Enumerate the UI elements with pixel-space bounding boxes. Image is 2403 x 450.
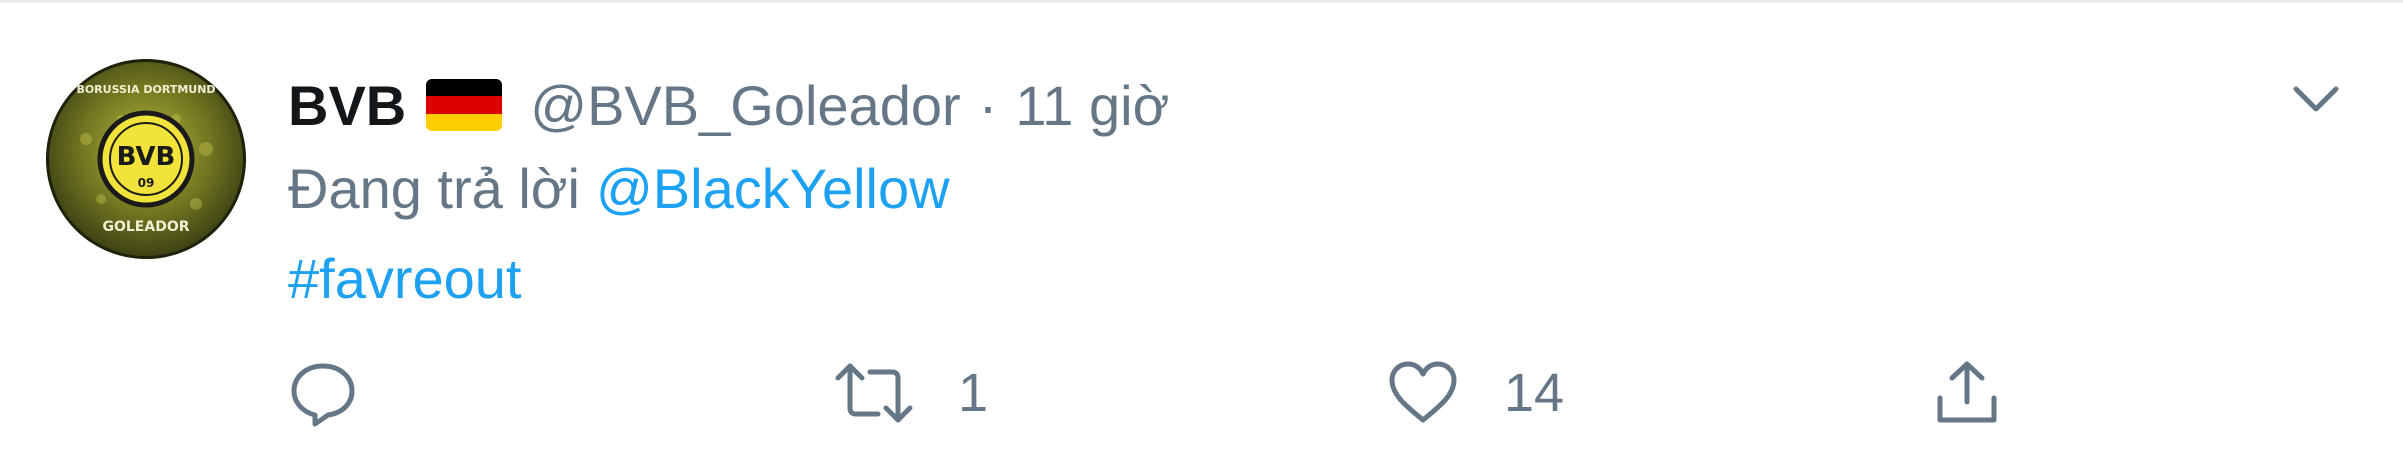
retweet-button[interactable]: 1 — [834, 353, 988, 433]
avatar-badge-year: 09 — [138, 176, 155, 190]
chevron-down-icon[interactable] — [2286, 75, 2346, 125]
replying-to-label: Đang trả lời — [288, 156, 580, 220]
avatar-bottom-text: GOLEADOR — [102, 219, 189, 235]
germany-flag-icon — [426, 79, 503, 131]
share-icon — [1937, 361, 1997, 423]
flag-stripe-black — [426, 79, 503, 97]
replying-to: Đang trả lời @BlackYellow — [288, 153, 950, 223]
flag-stripe-gold — [426, 113, 503, 131]
reply-icon — [291, 363, 355, 427]
heart-icon — [1389, 361, 1457, 423]
share-button[interactable] — [1932, 353, 2002, 433]
tweet-card[interactable]: BORUSSIA DORTMUND BVB 09 GOLEADOR BVB @B… — [0, 0, 2403, 450]
retweet-count: 1 — [958, 363, 989, 423]
avatar-badge-text: BVB — [117, 142, 176, 172]
tweet-actions: 1 14 — [288, 353, 2048, 433]
retweet-icon — [835, 363, 913, 423]
avatar[interactable]: BORUSSIA DORTMUND BVB 09 GOLEADOR — [46, 59, 246, 259]
hashtag-link[interactable]: #favreout — [288, 243, 522, 313]
reply-target-link[interactable]: @BlackYellow — [596, 156, 950, 221]
like-button[interactable]: 14 — [1386, 353, 1564, 433]
like-count: 14 — [1504, 363, 1565, 423]
avatar-top-text: BORUSSIA DORTMUND — [76, 83, 215, 96]
separator-dot: · — [978, 73, 998, 137]
user-handle[interactable]: @BVB_Goleador — [530, 73, 960, 138]
display-name[interactable]: BVB — [288, 73, 406, 138]
flag-stripe-red — [426, 96, 503, 114]
reply-button[interactable] — [288, 353, 358, 433]
tweet-header: BVB @BVB_Goleador · 11 giờ — [288, 65, 1169, 145]
tweet-timestamp[interactable]: 11 giờ — [1015, 73, 1169, 138]
